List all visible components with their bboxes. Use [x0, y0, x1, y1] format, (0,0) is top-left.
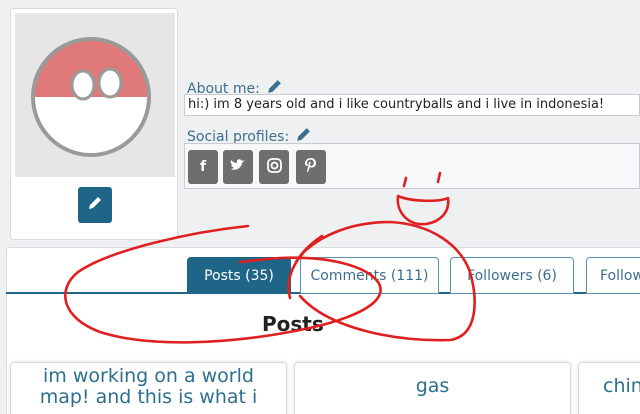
twitter-button[interactable]: [223, 150, 253, 184]
tab-following[interactable]: Follow: [586, 257, 640, 294]
twitter-icon: [230, 158, 246, 176]
post-title[interactable]: chin: [579, 363, 640, 397]
post-card[interactable]: im working on a world map! and this is w…: [10, 362, 287, 414]
post-title[interactable]: gas: [295, 363, 570, 397]
facebook-button[interactable]: f: [188, 150, 218, 184]
facebook-icon: f: [199, 159, 207, 175]
instagram-icon: [266, 157, 282, 177]
tab-posts[interactable]: Posts (35): [187, 257, 291, 294]
edit-avatar-button[interactable]: [78, 187, 112, 223]
post-title[interactable]: im working on a world map! and this is w…: [11, 363, 286, 408]
posts-heading: Posts: [262, 312, 324, 336]
pencil-icon: [87, 195, 103, 215]
tab-followers[interactable]: Followers (6): [450, 257, 574, 294]
social-profiles-box: f: [184, 143, 640, 189]
avatar[interactable]: [15, 13, 175, 177]
avatar-card: [10, 8, 178, 240]
post-card[interactable]: gas: [294, 362, 571, 414]
tab-comments[interactable]: Comments (111): [300, 257, 439, 294]
pinterest-button[interactable]: [296, 150, 326, 184]
about-me-field: hi:) im 8 years old and i like countryba…: [184, 94, 640, 116]
instagram-button[interactable]: [259, 150, 289, 184]
post-card[interactable]: chin: [578, 362, 640, 414]
pinterest-icon: [304, 157, 318, 177]
